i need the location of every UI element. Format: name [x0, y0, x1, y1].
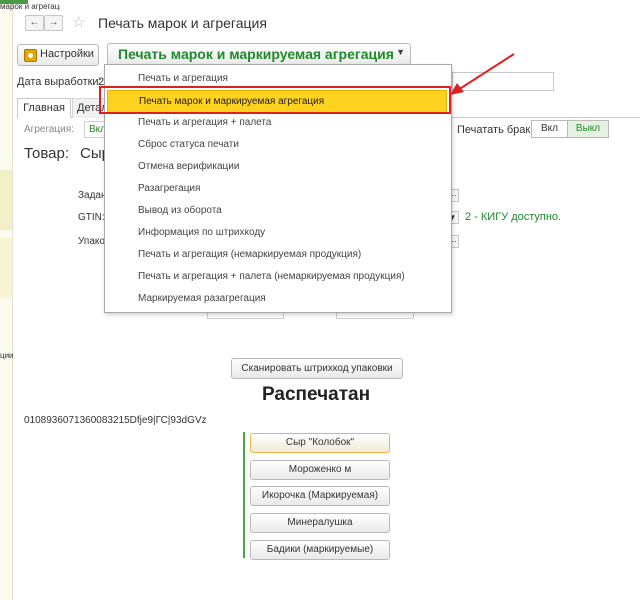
left-tab-label[interactable]: марок и агрегация	[0, 2, 60, 11]
mode-select-value: Печать марок и маркируемая агрегация	[118, 46, 394, 62]
print-defect-label: Печатать брак:	[457, 124, 534, 136]
dropdown-item[interactable]: Печать и агрегация + палета	[105, 112, 451, 134]
dropdown-item-label: Информация по штрихкоду	[138, 227, 266, 238]
dropdown-item[interactable]: Вывод из оборота	[105, 200, 451, 222]
tab-main[interactable]: Главная	[17, 98, 71, 119]
chevron-down-icon: ▼	[396, 47, 405, 57]
kigu-status-text: 2 - КИГУ доступно.	[465, 211, 562, 223]
print-defect-on-button[interactable]: Вкл	[531, 120, 568, 138]
dropdown-item[interactable]: Печать и агрегация + палета (немаркируем…	[105, 266, 451, 288]
scan-package-barcode-button[interactable]: Сканировать штрихкод упаковки	[231, 358, 403, 379]
annotation-arrow-icon	[450, 53, 515, 95]
settings-icon	[24, 49, 37, 62]
left-panel-highlight	[0, 238, 12, 298]
settings-button-label: Настройки	[40, 48, 94, 60]
product-button[interactable]: Сыр "Колобок"	[250, 433, 390, 453]
arrow-left-icon: ←	[29, 17, 40, 28]
product-button[interactable]: Икорочка (Маркируемая)	[250, 486, 390, 506]
dropdown-item[interactable]: Маркируемая разагрегация	[105, 288, 451, 310]
favorite-star-icon[interactable]: ☆	[72, 13, 85, 31]
mode-select[interactable]: Печать марок и маркируемая агрегация ▼	[107, 43, 411, 66]
page-title: Печать марок и агрегация	[98, 15, 267, 31]
product-button[interactable]: Мороженко м	[250, 460, 390, 480]
dropdown-item[interactable]: Разагрегация	[105, 178, 451, 200]
annotation-highlight-box	[99, 86, 451, 114]
aggregation-label: Агрегация:	[24, 124, 74, 135]
dropdown-item-label: Печать и агрегация + палета	[138, 117, 272, 128]
dropdown-item[interactable]: Информация по штрихкоду	[105, 222, 451, 244]
scanned-barcode-text: 0108936071360083215Dfje9|ГС|93dGVz	[24, 415, 207, 426]
gtin-label: GTIN:	[78, 212, 105, 223]
product-label: Товар:	[24, 145, 69, 162]
dropdown-item-label: Разагрегация	[138, 183, 201, 194]
dropdown-item[interactable]: Сброс статуса печати	[105, 134, 451, 156]
dropdown-item[interactable]: Отмена верификации	[105, 156, 451, 178]
dropdown-item-label: Печать и агрегация (немаркируемая продук…	[138, 249, 362, 260]
back-button[interactable]: ←	[25, 15, 44, 31]
print-defect-off-button[interactable]: Выкл	[567, 120, 609, 138]
dropdown-item[interactable]: Печать и агрегация (немаркируемая продук…	[105, 244, 451, 266]
product-button[interactable]: Минералушка	[250, 513, 390, 533]
settings-button[interactable]: Настройки	[17, 44, 99, 66]
task-label: Задан	[78, 190, 107, 201]
package-label: Упако	[78, 236, 105, 247]
left-panel-text: ции	[0, 351, 14, 360]
print-status-text: Распечатан	[262, 384, 371, 405]
left-panel-highlight	[0, 170, 12, 230]
product-button[interactable]: Бадики (маркируемые)	[250, 540, 390, 560]
dropdown-item-label: Отмена верификации	[138, 161, 240, 172]
product-list-accent-bar	[243, 432, 245, 558]
dropdown-item-label: Сброс статуса печати	[138, 139, 239, 150]
production-date-label: Дата выработки:	[17, 76, 102, 88]
left-panel-strip	[0, 0, 13, 600]
forward-button[interactable]: →	[44, 15, 63, 31]
dropdown-item-label: Маркируемая разагрегация	[138, 293, 266, 304]
arrow-right-icon: →	[48, 17, 59, 28]
dropdown-item-label: Печать и агрегация + палета (немаркируем…	[138, 271, 405, 282]
dropdown-item-label: Вывод из оборота	[138, 205, 222, 216]
